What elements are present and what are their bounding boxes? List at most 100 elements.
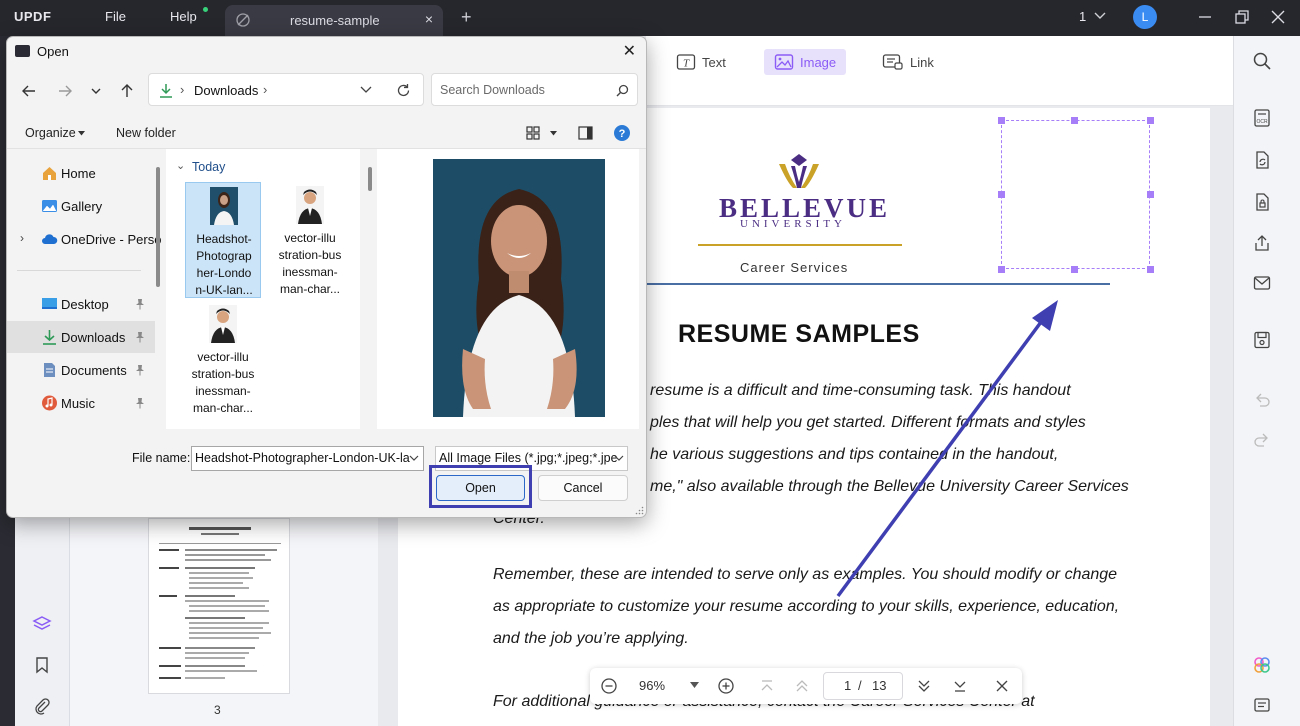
refresh-icon[interactable]	[396, 83, 411, 98]
group-header: Today	[192, 160, 226, 174]
back-icon[interactable]	[21, 83, 37, 99]
caret-down-icon[interactable]	[78, 131, 85, 136]
cancel-button[interactable]: Cancel	[538, 475, 628, 501]
page-thumbnail[interactable]	[148, 518, 290, 694]
minimize-icon[interactable]	[1196, 8, 1214, 26]
headshot-preview-image	[433, 159, 605, 417]
page-input[interactable]	[823, 672, 903, 700]
resize-handle[interactable]	[998, 266, 1005, 273]
search-input[interactable]: Search Downloads	[431, 73, 638, 106]
nav-item-desktop[interactable]: Desktop	[7, 288, 155, 320]
chevron-down-icon[interactable]	[1094, 11, 1106, 21]
chevron-down-icon[interactable]	[409, 455, 419, 462]
menu-help[interactable]: Help	[170, 9, 197, 24]
university-subtitle: UNIVERSITY	[740, 218, 846, 230]
image-placement-box[interactable]	[1001, 120, 1150, 269]
organize-menu[interactable]: Organize	[25, 126, 76, 140]
search-icon[interactable]	[616, 84, 629, 97]
view-grid-icon[interactable]	[526, 126, 540, 140]
tab-close-icon[interactable]: ×	[425, 11, 433, 27]
resize-grip-icon[interactable]	[635, 506, 644, 515]
nav-item-music[interactable]: Music	[7, 387, 155, 419]
resize-handle[interactable]	[998, 191, 1005, 198]
nav-item-documents[interactable]: Documents	[7, 354, 155, 386]
chevron-down-icon[interactable]	[360, 86, 372, 94]
close-zoombar-icon[interactable]	[995, 679, 1009, 693]
caret-down-icon[interactable]	[690, 682, 699, 689]
window-count[interactable]: 1	[1079, 9, 1086, 24]
resize-handle[interactable]	[1071, 266, 1078, 273]
comment-icon[interactable]	[1252, 696, 1272, 716]
image-tool-button[interactable]: Image	[764, 49, 847, 75]
nav-item-gallery[interactable]: Gallery	[7, 190, 155, 222]
undo-icon[interactable]	[1252, 390, 1272, 410]
layers-icon[interactable]	[32, 614, 52, 634]
share-icon[interactable]	[1252, 233, 1272, 253]
search-icon[interactable]	[1252, 51, 1272, 71]
breadcrumb-separator-icon[interactable]: ›	[263, 82, 267, 97]
chevron-down-icon[interactable]	[614, 455, 624, 462]
attachment-icon[interactable]	[33, 697, 51, 715]
address-bar[interactable]: › Downloads ›	[148, 73, 424, 106]
bookmark-icon[interactable]	[33, 656, 51, 674]
resize-handle[interactable]	[998, 117, 1005, 124]
protect-icon[interactable]	[1252, 192, 1272, 212]
dialog-close-icon[interactable]: ✕	[623, 41, 636, 61]
last-page-icon[interactable]	[953, 679, 967, 693]
file-item-vector-1[interactable]: vector-illu stration-bus inessman- man-c…	[272, 182, 348, 298]
redo-icon[interactable]	[1252, 430, 1272, 450]
close-icon[interactable]	[1269, 8, 1287, 26]
link-tool-button[interactable]: Link	[882, 49, 934, 75]
new-folder-button[interactable]: New folder	[116, 126, 176, 140]
up-folder-icon[interactable]	[119, 83, 135, 99]
nav-item-downloads[interactable]: Downloads	[7, 321, 155, 353]
downloads-icon	[43, 330, 56, 345]
restore-icon[interactable]	[1233, 8, 1251, 26]
image-tool-icon	[774, 54, 794, 70]
preview-pane-icon[interactable]	[578, 126, 593, 140]
career-services-label: Career Services	[740, 260, 849, 275]
convert-icon[interactable]	[1252, 150, 1272, 170]
svg-text:T: T	[683, 58, 690, 70]
zoom-level[interactable]: 96%	[639, 678, 665, 693]
save-icon[interactable]	[1252, 330, 1272, 350]
caret-down-icon[interactable]	[550, 131, 557, 136]
forward-icon[interactable]	[57, 83, 73, 99]
file-item-vector-2[interactable]: vector-illu stration-bus inessman- man-c…	[185, 301, 261, 417]
collapse-chevron-icon[interactable]: ⌄	[176, 159, 185, 172]
text-tool-button[interactable]: T Text	[676, 49, 726, 75]
zoom-out-icon[interactable]	[600, 677, 618, 695]
tab-resume-sample[interactable]: resume-sample ×	[225, 5, 443, 36]
file-item-headshot[interactable]: Headshot- Photograp her-Londo n-UK-lan..…	[185, 182, 261, 298]
next-page-icon[interactable]	[917, 679, 931, 693]
ai-assistant-icon[interactable]	[1252, 655, 1272, 675]
expand-chevron-icon[interactable]: ›	[20, 231, 24, 245]
file-name-input[interactable]: Headshot-Photographer-London-UK-la	[191, 446, 424, 471]
page-separator: /	[858, 678, 862, 693]
previous-page-icon[interactable]	[795, 679, 809, 693]
first-page-icon[interactable]	[760, 679, 774, 693]
ocr-icon[interactable]: OCR	[1252, 108, 1272, 128]
zoom-in-icon[interactable]	[717, 677, 735, 695]
resize-handle[interactable]	[1147, 191, 1154, 198]
recent-locations-icon[interactable]	[88, 83, 104, 99]
open-file-dialog: Open ✕ › Downloads › Search Downloads Or…	[6, 36, 647, 518]
file-name: vector-illu stration-bus inessman- man-c…	[191, 350, 255, 415]
resize-handle[interactable]	[1147, 117, 1154, 124]
nav-item-home[interactable]: Home	[7, 157, 155, 189]
nav-scrollbar[interactable]	[156, 167, 160, 287]
help-icon[interactable]: ?	[613, 124, 631, 142]
breadcrumb[interactable]: Downloads	[194, 83, 258, 98]
nav-item-onedrive[interactable]: › OneDrive - Perso	[7, 223, 161, 255]
add-tab-icon[interactable]: +	[461, 7, 472, 28]
menu-file[interactable]: File	[105, 9, 126, 24]
file-list-scrollbar[interactable]	[368, 167, 372, 191]
avatar[interactable]: L	[1133, 5, 1157, 29]
university-logo-icon	[779, 154, 819, 188]
resize-handle[interactable]	[1147, 266, 1154, 273]
resize-handle[interactable]	[1071, 117, 1078, 124]
edit-toolbar	[646, 36, 1233, 106]
app-logo: UPDF	[14, 9, 52, 24]
cloud-icon	[42, 234, 58, 244]
mail-icon[interactable]	[1252, 273, 1272, 293]
